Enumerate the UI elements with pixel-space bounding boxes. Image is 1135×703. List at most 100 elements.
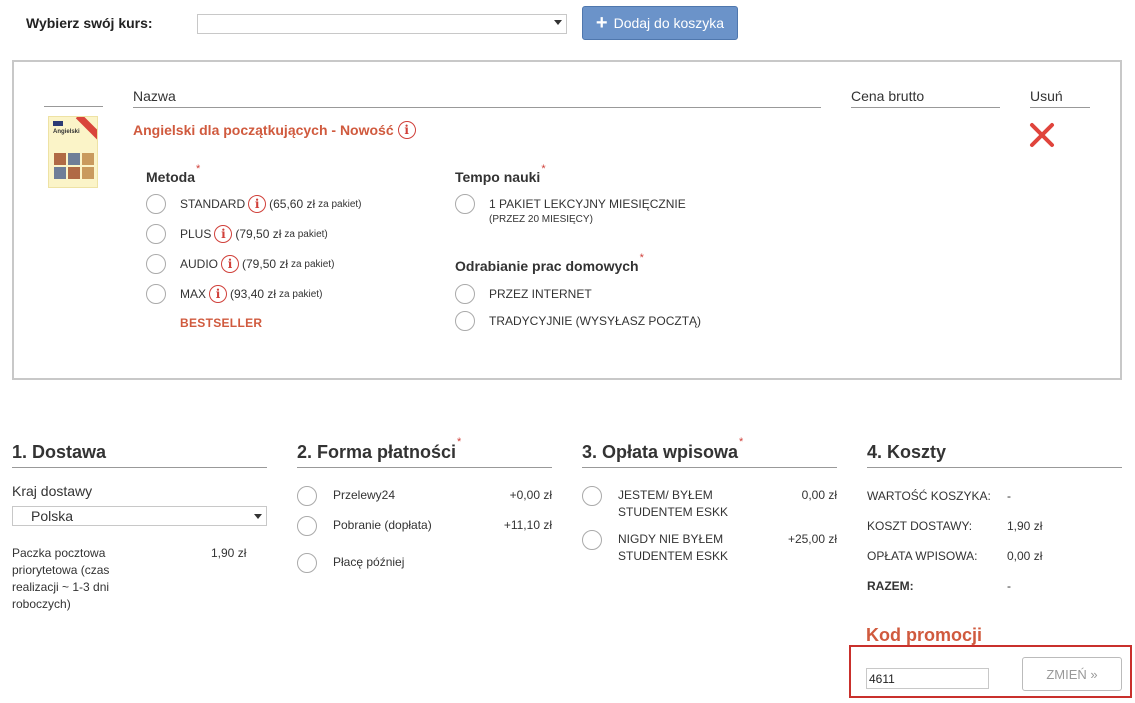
cart-value: - (1007, 489, 1011, 503)
country-select[interactable]: Polska (12, 506, 267, 526)
payment-option-cod[interactable]: Pobranie (dopłata) +11,10 zł (297, 516, 552, 536)
course-select[interactable] (197, 14, 567, 34)
method-option-label: MAX (180, 287, 207, 301)
radio-button[interactable] (146, 194, 166, 214)
method-option-standard[interactable]: STANDARD i (65,60 zł za pakiet) (146, 194, 362, 214)
method-option-label: AUDIO (180, 257, 219, 271)
country-select-value: Polska (31, 508, 74, 524)
payment-option-label: Płacę później (333, 555, 405, 569)
name-column-header: Nazwa (133, 88, 821, 108)
bestseller-badge: BESTSELLER (180, 316, 263, 330)
change-promo-button[interactable]: ZMIEŃ » (1022, 657, 1122, 691)
delivery-cost-value: 1,90 zł (1007, 519, 1043, 533)
radio-button[interactable] (297, 486, 317, 506)
radio-button[interactable] (582, 530, 602, 550)
fee-option-label: NIGDY NIE BYŁEM STUDENTEM ESKK (618, 532, 729, 563)
method-option-price: (65,60 zł (269, 197, 316, 211)
homework-title: Odrabianie prac domowych* (455, 252, 644, 274)
add-to-cart-label: Dodaj do koszyka (613, 15, 725, 31)
info-icon[interactable]: i (209, 285, 228, 303)
remove-item-icon[interactable] (1028, 121, 1056, 149)
info-icon[interactable]: i (248, 195, 267, 213)
payment-option-price: +11,10 zł (503, 518, 552, 532)
radio-button[interactable] (455, 194, 475, 214)
fee-option-price: 0,00 zł (801, 488, 837, 502)
method-option-price: (93,40 zł (230, 287, 277, 301)
required-mark: * (541, 163, 546, 175)
package-price: 1,90 zł (211, 546, 247, 560)
course-select-label: Wybierz swój kurs: (26, 15, 153, 31)
method-option-plus[interactable]: PLUS i (79,50 zł za pakiet) (146, 224, 328, 244)
cart-value-label: WARTOŚĆ KOSZYKA: (867, 489, 991, 503)
costs-title: 4. Koszty (867, 442, 1122, 468)
payment-option-label: Przelewy24 (333, 488, 396, 502)
delivery-title: 1. Dostawa (12, 442, 267, 468)
homework-option-traditional[interactable]: TRADYCYJNIE (WYSYŁASZ POCZTĄ) (455, 311, 701, 331)
payment-option-price: +0,00 zł (509, 488, 552, 502)
book-cover-photos (54, 153, 94, 179)
method-option-audio[interactable]: AUDIO i (79,50 zł za pakiet) (146, 254, 334, 274)
promo-title: Kod promocji (866, 625, 982, 645)
method-option-price: (79,50 zł (235, 227, 282, 241)
plus-icon: + (595, 12, 608, 34)
required-mark: * (739, 436, 744, 448)
radio-button[interactable] (455, 311, 475, 331)
course-book-thumbnail: Angielski (48, 116, 98, 188)
method-option-unit: za pakiet) (284, 228, 328, 240)
book-title: Angielski (53, 129, 80, 135)
publisher-logo (53, 121, 63, 126)
total-label: RAZEM: (867, 579, 914, 593)
radio-button[interactable] (455, 284, 475, 304)
radio-button[interactable] (146, 284, 166, 304)
info-icon[interactable]: i (221, 255, 240, 273)
product-title: Angielski dla początkujących - Nowość i (133, 121, 416, 139)
info-icon[interactable]: i (397, 121, 416, 139)
thumbnail-column-header (44, 106, 103, 107)
entry-fee-value: 0,00 zł (1007, 549, 1043, 563)
delivery-cost-label: KOSZT DOSTAWY: (867, 519, 973, 533)
required-mark: * (639, 252, 644, 264)
radio-button[interactable] (582, 486, 602, 506)
add-to-cart-button[interactable]: + Dodaj do koszyka (582, 6, 738, 40)
homework-option-internet[interactable]: PRZEZ INTERNET (455, 284, 592, 304)
required-mark: * (196, 163, 201, 175)
product-title-text: Angielski dla początkujących - Nowość (133, 122, 394, 138)
tempo-title: Tempo nauki* (455, 163, 546, 185)
payment-option-label: Pobranie (dopłata) (333, 518, 432, 532)
method-option-unit: za pakiet) (291, 258, 335, 270)
radio-button[interactable] (297, 516, 317, 536)
method-option-label: PLUS (180, 227, 212, 241)
tempo-option-sub: (PRZEZ 20 MIESIĘCY) (489, 214, 593, 225)
entry-fee-label: OPŁATA WPISOWA: (867, 549, 978, 563)
tempo-option-label: 1 PAKIET LEKCYJNY MIESIĘCZNIE (489, 197, 686, 211)
payment-option-przelewy24[interactable]: Przelewy24 +0,00 zł (297, 486, 552, 506)
method-option-label: STANDARD (180, 197, 246, 211)
caret-down-icon (254, 514, 262, 519)
method-option-unit: za pakiet) (279, 288, 323, 300)
homework-option-label: PRZEZ INTERNET (489, 287, 592, 301)
radio-button[interactable] (146, 224, 166, 244)
country-label: Kraj dostawy (12, 483, 93, 499)
total-value: - (1007, 579, 1011, 593)
payment-title: 2. Forma płatności* (297, 436, 552, 468)
method-option-max[interactable]: MAX i (93,40 zł za pakiet) (146, 284, 322, 304)
radio-button[interactable] (297, 553, 317, 573)
required-mark: * (457, 436, 462, 448)
info-icon[interactable]: i (214, 225, 233, 243)
price-column-header: Cena brutto (851, 88, 1000, 108)
method-option-unit: za pakiet) (318, 198, 362, 210)
radio-button[interactable] (146, 254, 166, 274)
homework-option-label: TRADYCYJNIE (WYSYŁASZ POCZTĄ) (489, 314, 702, 328)
fee-title: 3. Opłata wpisowa* (582, 436, 837, 468)
caret-down-icon (554, 20, 562, 25)
method-option-price: (79,50 zł (242, 257, 289, 271)
package-description: Paczka pocztowa priorytetowa (czas reali… (12, 546, 110, 611)
fee-option-label: JESTEM/ BYŁEM STUDENTEM ESKK (618, 488, 729, 519)
promo-code-input[interactable]: 4611 (866, 668, 989, 689)
remove-column-header: Usuń (1030, 88, 1090, 108)
tempo-option[interactable]: 1 PAKIET LEKCYJNY MIESIĘCZNIE (455, 194, 686, 214)
fee-option-student[interactable]: JESTEM/ BYŁEM STUDENTEM ESKK 0,00 zł (582, 486, 837, 521)
method-title: Metoda* (146, 163, 201, 185)
payment-option-later[interactable]: Płacę później (297, 553, 552, 573)
fee-option-new[interactable]: NIGDY NIE BYŁEM STUDENTEM ESKK +25,00 zł (582, 530, 837, 565)
